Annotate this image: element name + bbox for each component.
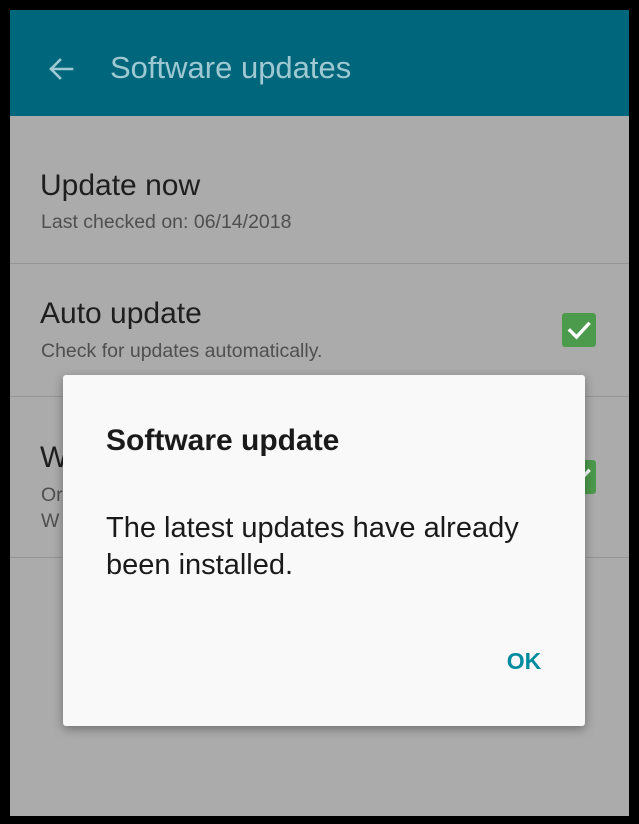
software-update-dialog: Software update The latest updates have … [63,375,585,726]
auto-update-title: Auto update [40,297,202,330]
last-checked-text: Last checked on: 06/14/2018 [41,211,292,233]
auto-update-subtitle: Check for updates automatically. [41,340,323,362]
device-frame: Software updates Update now Last checked… [0,0,639,824]
update-now-row[interactable]: Update now Last checked on: 06/14/2018 [10,116,629,263]
settings-screen: Software updates Update now Last checked… [10,10,629,816]
update-now-title: Update now [40,169,201,202]
app-bar: Software updates [10,10,629,116]
auto-update-checkbox[interactable] [562,313,596,347]
page-title: Software updates [110,50,352,85]
wifi-only-subtitle-line1: Or [41,484,63,506]
ok-button[interactable]: OK [489,641,559,681]
dialog-title: Software update [106,424,340,457]
dialog-message: The latest updates have already been ins… [106,512,519,581]
arrow-left-icon[interactable] [44,52,78,86]
wifi-only-subtitle-line2: W [41,510,60,532]
checkmark-icon [567,321,591,340]
